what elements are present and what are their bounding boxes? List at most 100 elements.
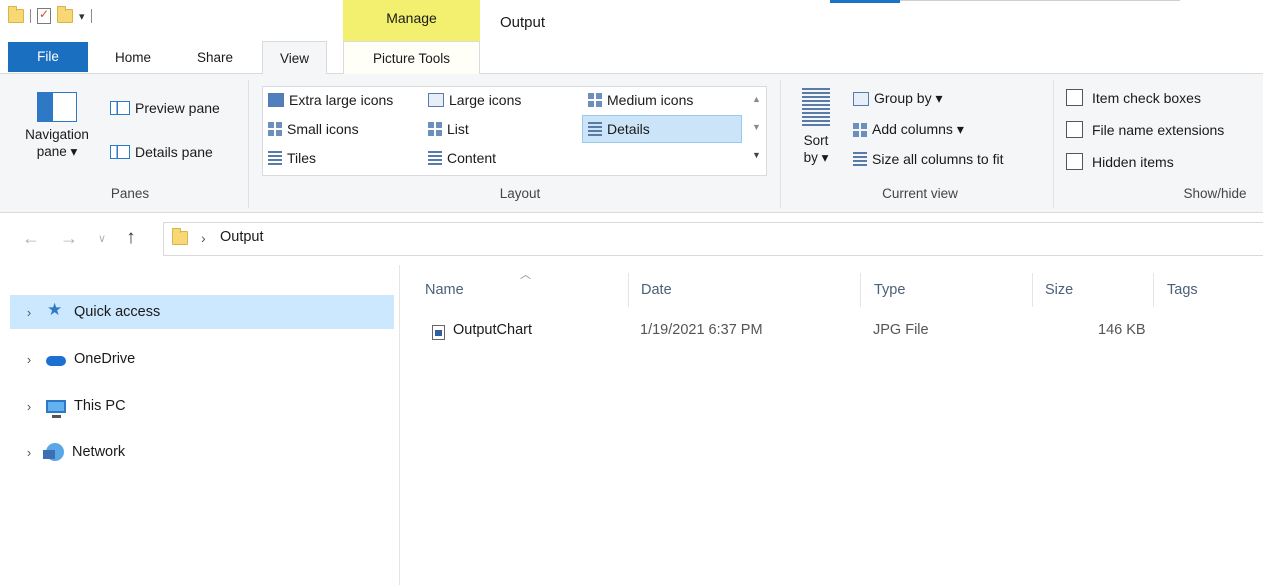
size-all-columns-label: Size all columns to fit bbox=[872, 151, 1004, 167]
toolbar-separator bbox=[30, 9, 31, 23]
column-header-tags[interactable]: Tags bbox=[1167, 282, 1198, 298]
details-option[interactable]: Details bbox=[588, 121, 650, 137]
nav-item-onedrive[interactable]: › OneDrive bbox=[10, 342, 394, 376]
toolbar-separator bbox=[90, 9, 92, 23]
small-icons-option[interactable]: Small icons bbox=[268, 121, 359, 137]
gallery-scroll-down-icon[interactable]: ▼ bbox=[752, 122, 761, 132]
customize-toolbar-icon[interactable]: ▾ bbox=[79, 10, 85, 23]
tab-share[interactable]: Share bbox=[190, 41, 240, 74]
small-icons-label: Small icons bbox=[287, 121, 359, 137]
back-arrow-icon[interactable]: ← bbox=[22, 228, 40, 249]
up-arrow-icon[interactable]: ↑ bbox=[126, 227, 136, 249]
navigation-pane-icon bbox=[37, 92, 77, 122]
column-header-row: Name Date Type Size Tags bbox=[410, 265, 1263, 315]
nav-item-this-pc[interactable]: › This PC bbox=[10, 389, 394, 423]
tiles-icon bbox=[268, 151, 282, 165]
details-icon bbox=[588, 122, 602, 136]
size-all-columns-button[interactable]: Size all columns to fit bbox=[853, 151, 1004, 167]
tab-home[interactable]: Home bbox=[103, 41, 163, 74]
preview-pane-label: Preview pane bbox=[135, 100, 220, 116]
tab-picture-tools[interactable]: Picture Tools bbox=[343, 41, 480, 75]
title-accent bbox=[830, 0, 900, 3]
content-option[interactable]: Content bbox=[428, 150, 496, 166]
expand-chevron-icon[interactable]: › bbox=[18, 305, 40, 320]
properties-icon[interactable] bbox=[37, 7, 51, 24]
hidden-items-toggle[interactable]: Hidden items bbox=[1066, 153, 1174, 170]
column-header-size[interactable]: Size bbox=[1045, 282, 1073, 298]
small-icons-icon bbox=[268, 122, 282, 136]
sort-by-label-2: by ▾ bbox=[803, 150, 829, 165]
sort-by-label-1: Sort bbox=[803, 133, 829, 148]
preview-pane-button[interactable]: Preview pane bbox=[110, 100, 220, 116]
file-type-cell: JPG File bbox=[873, 322, 929, 338]
ribbon-tabs: File Home Share View Picture Tools bbox=[0, 41, 1263, 75]
file-name-cell: OutputChart bbox=[453, 322, 532, 338]
table-row[interactable]: OutputChart 1/19/2021 6:37 PM JPG File 1… bbox=[420, 316, 1263, 346]
file-name-extensions-checkbox[interactable] bbox=[1066, 121, 1083, 138]
new-folder-icon[interactable] bbox=[57, 6, 73, 23]
medium-icons-label: Medium icons bbox=[607, 92, 694, 108]
column-header-type[interactable]: Type bbox=[874, 282, 905, 298]
computer-icon bbox=[46, 399, 66, 418]
address-field[interactable] bbox=[163, 222, 1263, 256]
item-check-boxes-toggle[interactable]: Item check boxes bbox=[1066, 89, 1201, 106]
address-folder-icon bbox=[172, 228, 188, 245]
show-hide-group-label: Show/hide bbox=[1183, 186, 1247, 201]
tab-view[interactable]: View bbox=[262, 41, 327, 75]
sort-by-button[interactable]: Sort by ▾ bbox=[792, 88, 840, 166]
extra-large-icons-icon bbox=[268, 93, 284, 107]
preview-pane-icon bbox=[110, 101, 130, 115]
expand-chevron-icon[interactable]: › bbox=[18, 399, 40, 414]
navigation-pane-button[interactable]: Navigation pane ▾ bbox=[18, 92, 96, 160]
cloud-icon bbox=[46, 356, 66, 366]
column-divider[interactable] bbox=[1153, 273, 1154, 307]
recent-locations-chevron-icon[interactable]: ∨ bbox=[98, 232, 106, 245]
nav-item-network[interactable]: › Network bbox=[10, 435, 394, 469]
list-option[interactable]: List bbox=[428, 121, 469, 137]
details-label: Details bbox=[607, 121, 650, 137]
manage-context-label: Manage bbox=[386, 10, 437, 26]
content-icon bbox=[428, 151, 442, 165]
extra-large-icons-option[interactable]: Extra large icons bbox=[268, 92, 393, 108]
jpg-file-icon bbox=[432, 325, 445, 340]
column-divider[interactable] bbox=[1032, 273, 1033, 307]
tiles-label: Tiles bbox=[287, 150, 317, 166]
item-check-boxes-checkbox[interactable] bbox=[1066, 89, 1083, 106]
tiles-option[interactable]: Tiles bbox=[268, 150, 316, 166]
details-pane-button[interactable]: Details pane bbox=[110, 144, 213, 160]
gallery-expand-icon[interactable]: ▼ bbox=[752, 150, 761, 160]
gallery-scroll-up-icon[interactable]: ▲ bbox=[752, 94, 761, 104]
add-columns-button[interactable]: Add columns ▾ bbox=[853, 121, 964, 138]
ribbon: Navigation pane ▾ Preview pane Details p… bbox=[0, 74, 1263, 213]
add-columns-label: Add columns ▾ bbox=[872, 121, 964, 137]
breadcrumb-output[interactable]: Output bbox=[220, 229, 264, 245]
network-icon bbox=[43, 443, 64, 461]
navigation-pane-label-2: pane ▾ bbox=[36, 144, 78, 159]
window-title: Output bbox=[500, 14, 546, 31]
group-by-button[interactable]: Group by ▾ bbox=[853, 90, 943, 107]
expand-chevron-icon[interactable]: › bbox=[18, 445, 40, 460]
column-divider[interactable] bbox=[628, 273, 629, 307]
title-divider bbox=[900, 0, 1180, 1]
group-divider bbox=[1053, 80, 1054, 208]
sort-by-icon bbox=[802, 88, 830, 128]
file-name-extensions-toggle[interactable]: File name extensions bbox=[1066, 121, 1224, 138]
extra-large-icons-label: Extra large icons bbox=[289, 92, 394, 108]
details-pane-icon bbox=[110, 145, 130, 159]
expand-chevron-icon[interactable]: › bbox=[18, 352, 40, 367]
nav-item-label: OneDrive bbox=[74, 351, 136, 367]
nav-item-label: This PC bbox=[74, 398, 126, 414]
size-columns-icon bbox=[853, 152, 867, 166]
forward-arrow-icon[interactable]: → bbox=[60, 228, 78, 249]
nav-item-quick-access[interactable]: › Quick access bbox=[10, 295, 394, 329]
column-divider[interactable] bbox=[860, 273, 861, 307]
large-icons-label: Large icons bbox=[449, 92, 522, 108]
breadcrumb-chevron-icon[interactable]: › bbox=[201, 230, 206, 246]
column-header-date[interactable]: Date bbox=[641, 282, 672, 298]
column-header-name[interactable]: Name bbox=[425, 282, 464, 298]
tab-file[interactable]: File bbox=[8, 42, 88, 72]
content-label: Content bbox=[447, 150, 497, 166]
large-icons-option[interactable]: Large icons bbox=[428, 92, 521, 108]
hidden-items-checkbox[interactable] bbox=[1066, 153, 1083, 170]
medium-icons-option[interactable]: Medium icons bbox=[588, 92, 693, 108]
